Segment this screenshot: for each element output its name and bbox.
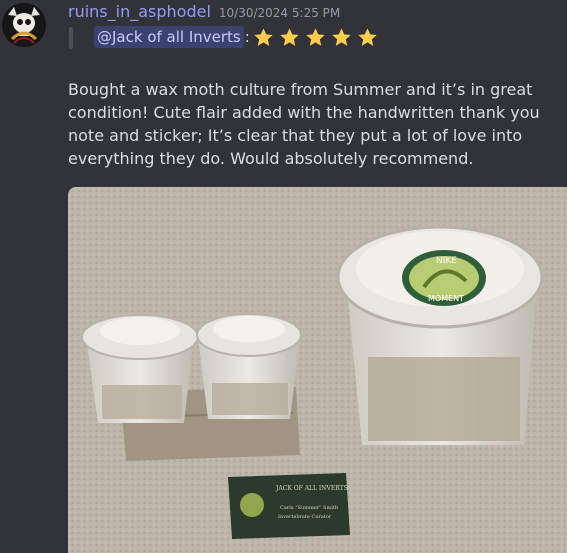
quote-bar	[69, 27, 73, 49]
star-icon	[358, 27, 377, 46]
small-cup-left	[81, 314, 199, 423]
star-icon	[280, 27, 299, 46]
username[interactable]: ruins_in_asphodel	[68, 2, 211, 21]
quote-block: @Jack of all Inverts :	[94, 24, 378, 50]
user-mention[interactable]: @Jack of all Inverts	[94, 26, 244, 48]
timestamp: 10/30/2024 5:25 PM	[218, 6, 341, 20]
sticker-text-bottom: MOMENT	[428, 294, 464, 303]
star-icon	[254, 27, 273, 46]
image-attachment[interactable]: NIKE MOMENT JACK OF ALL INVERTS Carla "S…	[68, 187, 567, 553]
user-avatar[interactable]	[2, 3, 46, 47]
business-card: JACK OF ALL INVERTS Carla "Summer" Smith…	[228, 473, 350, 539]
rating-stars	[253, 27, 378, 48]
star-icon	[306, 27, 325, 46]
card-name: Carla "Summer" Smith	[280, 505, 339, 511]
message-body: Bought a wax moth culture from Summer an…	[68, 80, 540, 168]
message-header: ruins_in_asphodel 10/30/2024 5:25 PM	[68, 2, 340, 24]
quote-separator: :	[244, 28, 250, 46]
star-icon	[332, 27, 351, 46]
attachment-photo: NIKE MOMENT JACK OF ALL INVERTS Carla "S…	[68, 187, 567, 553]
card-title: JACK OF ALL INVERTS	[275, 485, 348, 492]
skull-avatar-icon	[2, 3, 46, 47]
small-cup-right	[196, 313, 302, 419]
nike-moment-sticker: NIKE MOMENT	[402, 250, 486, 306]
sticker-text-top: NIKE	[436, 256, 457, 266]
card-role: Invertebrate Curator	[278, 514, 332, 520]
